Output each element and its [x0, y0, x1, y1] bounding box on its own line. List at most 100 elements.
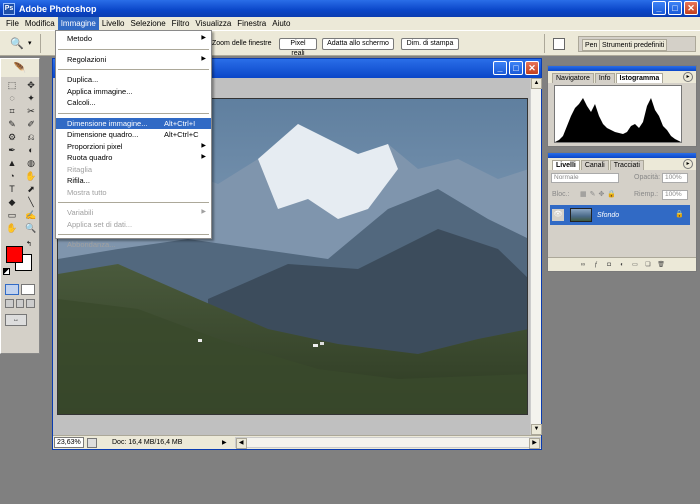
- move-tool-icon[interactable]: ✥: [22, 79, 40, 91]
- tab-info[interactable]: Info: [594, 73, 615, 83]
- layer-mask-icon[interactable]: ◘: [605, 261, 613, 269]
- menu-aiuto[interactable]: Aiuto: [269, 17, 293, 30]
- fit-screen-button[interactable]: Adatta allo schermo: [322, 38, 394, 50]
- full-screen-button[interactable]: [26, 299, 36, 308]
- print-size-button[interactable]: Dim. di stampa: [401, 38, 459, 50]
- line-tool-icon[interactable]: ╲: [22, 196, 40, 208]
- tab-tracciati[interactable]: Tracciati: [609, 160, 644, 170]
- menu-item-calcoli[interactable]: Calcoli...: [56, 97, 211, 109]
- toolbox-header[interactable]: 🪶: [1, 59, 39, 77]
- magic-wand-tool-icon[interactable]: ✦: [22, 92, 40, 104]
- scroll-down-arrow[interactable]: ▼: [531, 424, 542, 435]
- menu-item-abbondanza[interactable]: Abbondanza...: [56, 239, 211, 251]
- vertical-scrollbar[interactable]: ▲ ▼: [530, 78, 542, 435]
- lock-position-icon[interactable]: ✥: [599, 190, 605, 198]
- tab-livelli[interactable]: Livelli: [552, 160, 580, 170]
- menu-file[interactable]: File: [3, 17, 22, 30]
- menu-finestra[interactable]: Finestra: [234, 17, 269, 30]
- clone-stamp-tool-icon[interactable]: ⚙: [3, 131, 21, 143]
- lock-pixels-icon[interactable]: ✎: [590, 190, 596, 198]
- menu-immagine[interactable]: Immagine: [57, 17, 99, 30]
- tab-navigatore[interactable]: Navigatore: [552, 73, 594, 83]
- scroll-left-arrow[interactable]: ◀: [235, 438, 247, 449]
- menu-item-regolazioni[interactable]: Regolazioni ▶: [56, 54, 211, 66]
- layer-style-icon[interactable]: ƒ: [592, 261, 600, 269]
- menu-item-dimensione-quadro[interactable]: Dimensione quadro... Alt+Ctrl+C: [56, 129, 211, 141]
- panel-menu-icon[interactable]: ▸: [683, 72, 693, 82]
- doc-close-button[interactable]: ✕: [525, 61, 539, 75]
- opacity-field[interactable]: 100%: [662, 173, 688, 183]
- history-brush-tool-icon[interactable]: ⎌: [22, 131, 40, 143]
- blend-mode-select[interactable]: Normale: [551, 173, 619, 183]
- gradient-tool-icon[interactable]: ◐: [22, 144, 40, 156]
- doc-minimize-button[interactable]: _: [493, 61, 507, 75]
- eyedropper-tool-icon[interactable]: ✍: [22, 209, 40, 221]
- foreground-color-swatch[interactable]: [6, 246, 23, 263]
- hand-tool-icon-alt[interactable]: ✋: [22, 170, 40, 182]
- standard-mode-button[interactable]: [5, 284, 19, 295]
- menu-item-ruota-quadro[interactable]: Ruota quadro ▶: [56, 152, 211, 164]
- menu-selezione[interactable]: Selezione: [128, 17, 169, 30]
- menu-visualizza[interactable]: Visualizza: [192, 17, 234, 30]
- standard-screen-button[interactable]: [5, 299, 14, 308]
- doc-maximize-button[interactable]: □: [509, 61, 523, 75]
- zoom-tool-icon[interactable]: 🔍: [10, 37, 24, 50]
- new-group-icon[interactable]: ▭: [631, 261, 639, 269]
- lasso-tool-icon[interactable]: ◌: [3, 92, 21, 104]
- menu-item-rifila[interactable]: Rifila...: [56, 175, 211, 187]
- dodge-tool-icon[interactable]: ◍: [22, 157, 40, 169]
- scroll-up-arrow[interactable]: ▲: [531, 78, 542, 89]
- close-button[interactable]: ✕: [684, 1, 698, 15]
- slice-tool-icon[interactable]: ✂: [22, 105, 40, 117]
- fill-field[interactable]: 100%: [662, 190, 688, 200]
- horizontal-scrollbar[interactable]: ◀ ▶: [234, 437, 541, 449]
- file-browser-icon[interactable]: [553, 38, 565, 50]
- menu-item-duplica[interactable]: Duplica...: [56, 74, 211, 86]
- status-info-icon[interactable]: [87, 437, 97, 448]
- notes-tool-icon[interactable]: ▭: [3, 209, 21, 221]
- zoom-windows-label[interactable]: Zoom delle finestre: [212, 40, 272, 47]
- palette-tab-pen[interactable]: Pen: [582, 39, 601, 51]
- menu-item-mostra-tutto[interactable]: Mostra tutto: [56, 187, 211, 199]
- type-tool-icon[interactable]: T: [3, 183, 21, 195]
- marquee-tool-icon[interactable]: ⬚: [3, 79, 21, 91]
- menu-item-proporzioni-pixel[interactable]: Proporzioni pixel ▶: [56, 141, 211, 153]
- quick-mask-mode-button[interactable]: [21, 284, 35, 295]
- menu-item-metodo[interactable]: Metodo ▶: [56, 33, 211, 45]
- crop-tool-icon[interactable]: ⌗: [3, 105, 21, 117]
- tab-istogramma[interactable]: Istogramma: [615, 73, 664, 83]
- minimize-button[interactable]: _: [652, 1, 666, 15]
- pen-tool-icon[interactable]: ◆: [3, 196, 21, 208]
- palette-tab-tool-presets[interactable]: Strumenti predefiniti: [599, 39, 668, 51]
- menu-filtro[interactable]: Filtro: [169, 17, 193, 30]
- swap-colors-icon[interactable]: ↰: [26, 240, 32, 248]
- zoom-level-field[interactable]: 23,63%: [54, 437, 84, 448]
- actual-pixels-button[interactable]: Pixel reali: [279, 38, 317, 57]
- full-screen-menu-button[interactable]: [15, 299, 25, 308]
- visibility-eye-icon[interactable]: 👁: [552, 209, 564, 221]
- maximize-button[interactable]: □: [668, 1, 682, 15]
- menu-modifica[interactable]: Modifica: [22, 17, 58, 30]
- status-menu-arrow[interactable]: ▶: [222, 439, 227, 446]
- new-layer-icon[interactable]: ❏: [644, 261, 652, 269]
- hand-tool-icon[interactable]: ✋: [3, 222, 21, 234]
- chevron-down-icon[interactable]: ▾: [28, 39, 32, 47]
- trash-icon[interactable]: 🗑: [657, 261, 665, 269]
- eraser-tool-icon[interactable]: ✒: [3, 144, 21, 156]
- menu-livello[interactable]: Livello: [99, 17, 128, 30]
- direct-selection-tool-icon[interactable]: ⬈: [22, 183, 40, 195]
- lock-transparency-icon[interactable]: ▦: [580, 190, 587, 198]
- layer-row-sfondo[interactable]: 👁 Sfondo 🔒: [550, 205, 690, 225]
- menu-item-dimensione-immagine[interactable]: Dimensione immagine... Alt+Ctrl+I: [56, 117, 211, 129]
- menu-item-ritaglia[interactable]: Ritaglia: [56, 164, 211, 176]
- zoom-tool-icon[interactable]: 🔍: [22, 222, 40, 234]
- adjustment-layer-icon[interactable]: ◐: [618, 261, 626, 269]
- menu-item-applica-immagine[interactable]: Applica immagine...: [56, 86, 211, 98]
- blur-tool-icon[interactable]: ▲: [3, 157, 21, 169]
- menu-item-applica-set-dati[interactable]: Applica set di dati...: [56, 219, 211, 231]
- panel-menu-icon[interactable]: ▸: [683, 159, 693, 169]
- tab-canali[interactable]: Canali: [580, 160, 609, 170]
- healing-brush-tool-icon[interactable]: ✎: [3, 118, 21, 130]
- imageready-jump-icon[interactable]: ↔: [5, 314, 27, 326]
- link-layers-icon[interactable]: ∞: [579, 261, 587, 269]
